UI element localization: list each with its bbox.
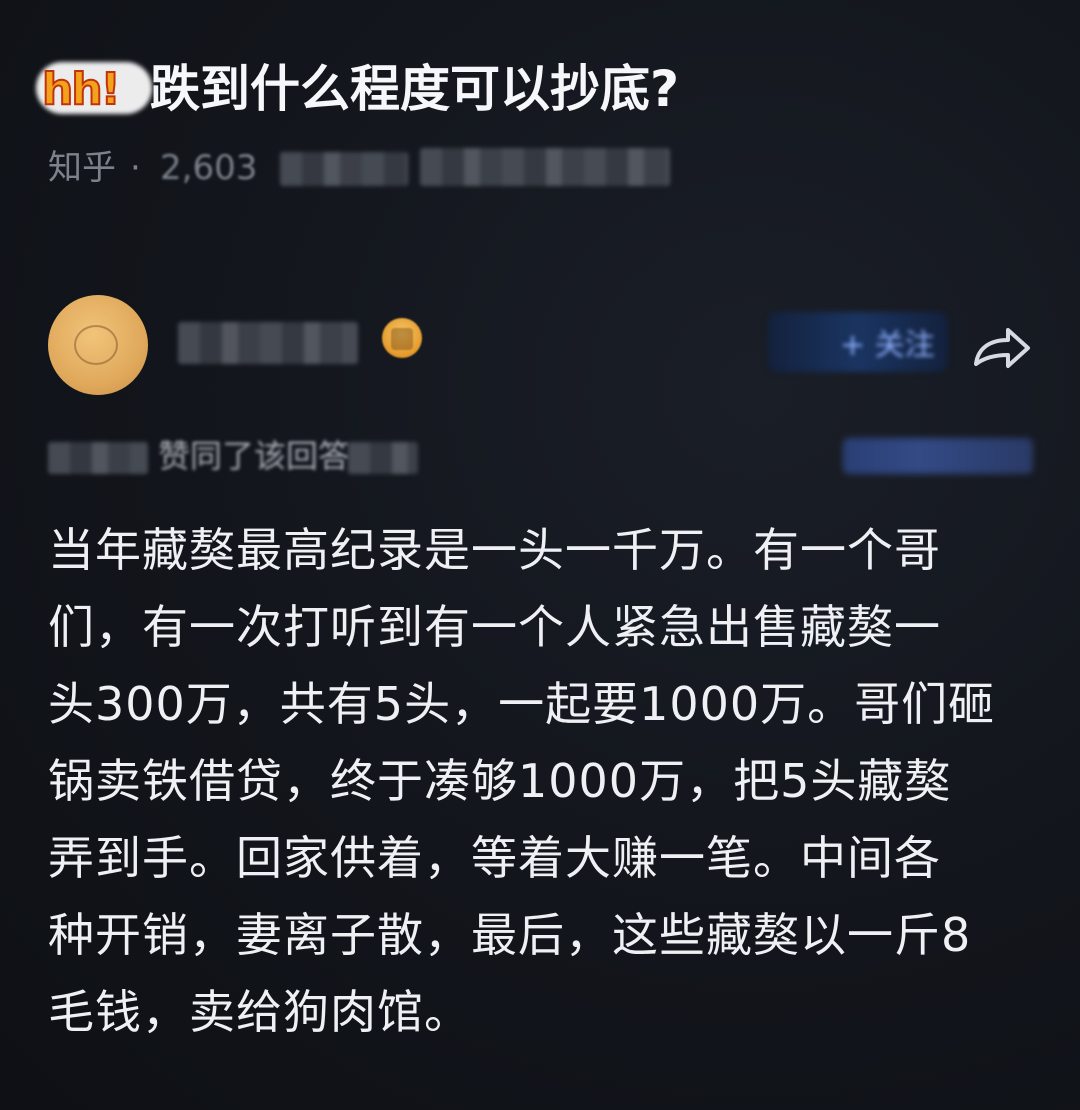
answer-line: 头300万，共有5头，一起要1000万。哥们砸 — [48, 677, 996, 731]
redacted-liked-tail — [348, 442, 418, 474]
follow-button-label: + 关注 — [840, 328, 935, 363]
question-title[interactable]: 跌到什么程度可以抄底? — [150, 56, 679, 122]
source-label: 知乎 — [48, 148, 116, 188]
sticker-decoration: hh! — [30, 58, 158, 118]
redacted-meta-2 — [420, 148, 670, 186]
avatar-logo-icon — [74, 325, 118, 365]
redacted-timestamp — [843, 438, 1033, 474]
redacted-author-name[interactable] — [178, 322, 358, 364]
badge-icon — [382, 318, 422, 358]
answer-line: 种开销，妻离子散，最后，这些藏獒以一斤8 — [48, 908, 972, 962]
answer-count: 2,603 — [160, 148, 258, 188]
answer-body[interactable]: 当年藏獒最高纪录是一头一千万。有一个哥 们，有一次打听到有一个人紧急出售藏獒一 … — [48, 512, 1038, 1051]
meta-separator: · — [130, 148, 141, 188]
sticker-text: hh! — [41, 63, 122, 116]
avatar[interactable] — [48, 295, 148, 395]
share-arrow-icon[interactable] — [966, 318, 1034, 378]
redacted-meta-1 — [280, 152, 408, 186]
question-header: hh! 跌到什么程度可以抄底? — [30, 56, 1050, 126]
liked-text: 赞同了该回答 — [158, 437, 351, 475]
answer-line: 毛钱，卖给狗肉馆。 — [48, 985, 471, 1039]
activity-row: 赞同了该回答 — [48, 432, 1048, 482]
redacted-liker — [48, 442, 148, 474]
answer-line: 弄到手。回家供着，等着大赚一笔。中间各 — [48, 831, 941, 885]
question-meta: 知乎 · 2,603 — [48, 140, 748, 196]
author-row: + 关注 — [48, 290, 1048, 400]
answer-line: 锅卖铁借贷，终于凑够1000万，把5头藏獒 — [48, 754, 952, 808]
answer-line: 当年藏獒最高纪录是一头一千万。有一个哥 — [48, 523, 941, 577]
answer-line: 们，有一次打听到有一个人紧急出售藏獒一 — [48, 600, 941, 654]
